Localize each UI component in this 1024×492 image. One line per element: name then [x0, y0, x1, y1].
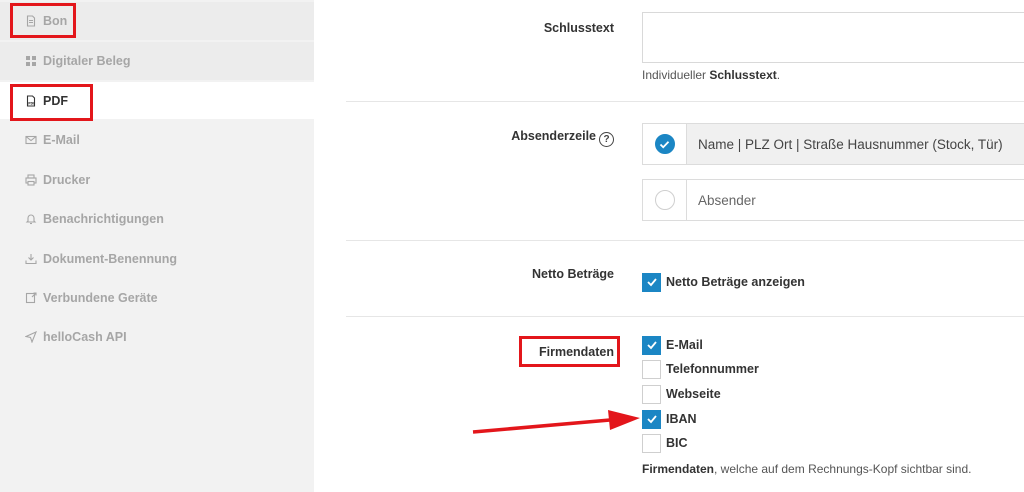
envelope-icon	[24, 134, 37, 147]
bell-icon	[24, 213, 37, 226]
schlusstext-label: Schlusstext	[543, 21, 614, 35]
firmendaten-label: Firmendaten	[538, 345, 614, 359]
section-divider	[346, 240, 1024, 241]
radio-checked-icon[interactable]	[654, 134, 675, 154]
netto-checkbox-row[interactable]: Netto Beträge anzeigen	[642, 271, 805, 293]
checkbox-unchecked-icon[interactable]	[642, 384, 661, 404]
sidebar-item-label: helloCash API	[43, 330, 127, 344]
absenderzeile-label: Absenderzeile?	[511, 129, 614, 147]
radio-label: Absender	[698, 192, 756, 208]
annotation-arrow-icon	[472, 410, 640, 434]
download-tray-icon	[24, 253, 37, 266]
checkbox-checked-icon[interactable]	[642, 272, 661, 292]
firmendaten-option-iban[interactable]: IBAN	[642, 408, 697, 430]
checkbox-label: E-Mail	[666, 338, 703, 352]
checkbox-label: IBAN	[666, 412, 697, 426]
sidebar-item-label: Verbundene Geräte	[43, 291, 158, 305]
netto-label: Netto Beträge	[532, 267, 614, 281]
sidebar-item-label: Drucker	[43, 173, 91, 187]
sidebar-item-verbundene-geraete[interactable]: Verbundene Geräte	[0, 279, 314, 317]
firmendaten-option-telefonnummer[interactable]: Telefonnummer	[642, 358, 759, 380]
question-circle-icon[interactable]: ?	[599, 132, 614, 147]
checkbox-unchecked-icon[interactable]	[642, 359, 661, 379]
schlusstext-textarea[interactable]	[642, 12, 1024, 63]
sidebar-item-benachrichtigungen[interactable]: Benachrichtigungen	[0, 200, 314, 238]
sidebar-item-label: Digitaler Beleg	[43, 54, 131, 68]
sidebar-item-digitaler-beleg[interactable]: Digitaler Beleg	[0, 42, 314, 80]
checkbox-checked-icon[interactable]	[642, 335, 661, 355]
device-link-icon	[24, 292, 37, 305]
firmendaten-option-email[interactable]: E-Mail	[642, 334, 703, 356]
sidebar-item-pdf[interactable]: PDF PDF	[0, 82, 314, 119]
sidebar-item-label: E-Mail	[43, 133, 80, 147]
radio-unchecked-icon[interactable]	[654, 190, 675, 210]
printer-icon	[24, 174, 37, 187]
checkbox-label: Telefonnummer	[666, 362, 759, 376]
file-text-icon	[24, 15, 37, 28]
schlusstext-help: Individueller Schlusstext.	[642, 68, 781, 82]
send-icon	[24, 331, 37, 344]
section-divider	[346, 101, 1024, 102]
sidebar-item-label: Bon	[43, 14, 68, 28]
firmendaten-option-bic[interactable]: BIC	[642, 432, 688, 454]
sidebar-item-email[interactable]: E-Mail	[0, 121, 314, 159]
absenderzeile-option-absender[interactable]: Absender	[642, 179, 1024, 221]
sidebar-item-dokument-benennung[interactable]: Dokument-Benennung	[0, 240, 314, 278]
section-divider	[346, 316, 1024, 317]
checkbox-label: Netto Beträge anzeigen	[666, 275, 805, 289]
firmendaten-help: Firmendaten, welche auf dem Rechnungs-Ko…	[642, 462, 972, 476]
checkbox-label: Webseite	[666, 387, 721, 401]
radio-label: Name | PLZ Ort | Straße Hausnummer (Stoc…	[687, 124, 1024, 164]
absenderzeile-option-name-plz[interactable]: Name | PLZ Ort | Straße Hausnummer (Stoc…	[642, 123, 1024, 165]
sidebar-item-label: PDF	[43, 93, 68, 108]
sidebar-item-label: Benachrichtigungen	[43, 212, 164, 226]
svg-text:PDF: PDF	[28, 101, 35, 105]
sidebar-item-drucker[interactable]: Drucker	[0, 161, 314, 199]
sidebar-item-hellocash-api[interactable]: helloCash API	[0, 318, 314, 356]
settings-sidebar: Bon Digitaler Beleg PDF PDF E-Mail Druck…	[0, 0, 314, 492]
sidebar-item-label: Dokument-Benennung	[43, 252, 178, 266]
grid-icon	[24, 55, 37, 68]
firmendaten-option-webseite[interactable]: Webseite	[642, 383, 721, 405]
sidebar-item-bon[interactable]: Bon	[0, 2, 314, 40]
pdf-file-icon: PDF	[24, 94, 37, 107]
checkbox-label: BIC	[666, 436, 688, 450]
